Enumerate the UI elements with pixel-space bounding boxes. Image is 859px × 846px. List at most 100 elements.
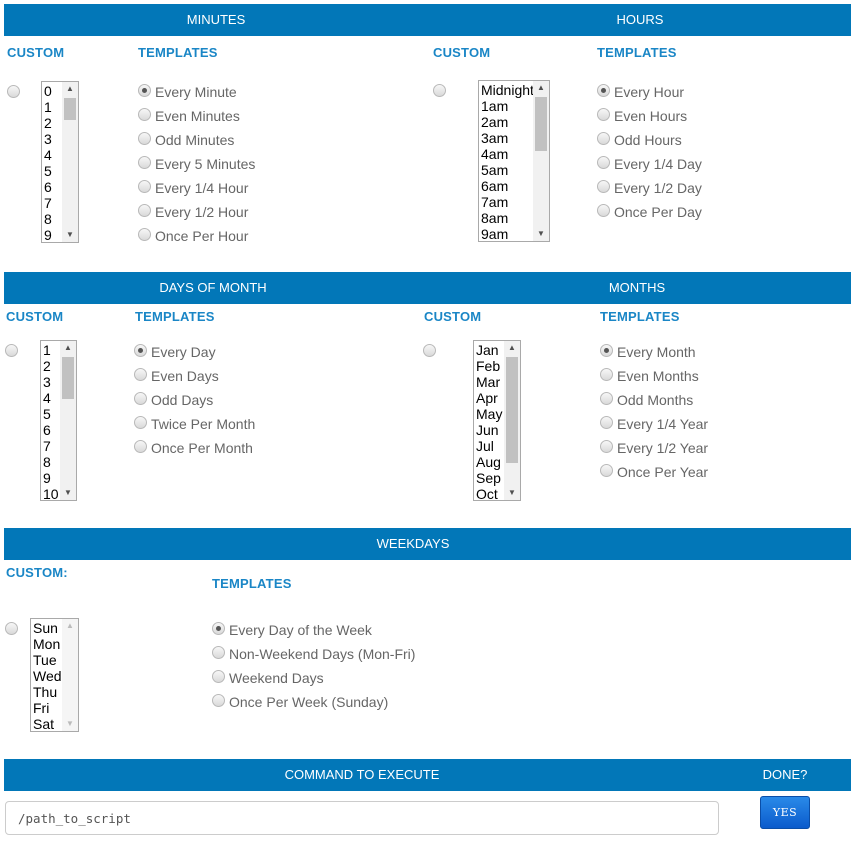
list-item[interactable]: Tue <box>33 652 62 668</box>
template-radio[interactable] <box>138 84 151 97</box>
list-item[interactable]: 3am <box>481 130 534 146</box>
list-item[interactable]: Wed <box>33 668 62 684</box>
template-option[interactable]: Every 1/4 Year <box>600 412 708 436</box>
template-radio[interactable] <box>212 622 225 635</box>
list-item[interactable]: Feb <box>476 358 502 374</box>
minutes-listbox-scrollbar[interactable]: ▲ ▼ <box>62 82 78 242</box>
template-option[interactable]: Every Hour <box>597 80 702 104</box>
list-item[interactable]: 8 <box>44 211 52 227</box>
scroll-down-arrow-icon[interactable]: ▼ <box>504 486 520 500</box>
scroll-up-arrow-icon[interactable]: ▲ <box>60 341 76 355</box>
hours-listbox[interactable]: Midnight 1am 2am 3am 4am 5am 6am 7am 8am 9am ▲ ▼ <box>478 80 550 242</box>
hours-custom-radio[interactable] <box>433 84 446 97</box>
list-item[interactable]: Sep <box>476 470 502 486</box>
minutes-listbox[interactable]: 0123456789 ▲ ▼ <box>41 81 79 243</box>
template-radio[interactable] <box>597 84 610 97</box>
days-custom-radio[interactable] <box>5 344 18 357</box>
template-radio[interactable] <box>597 180 610 193</box>
list-item[interactable]: Apr <box>476 390 502 406</box>
list-item[interactable]: Midnight <box>481 82 534 98</box>
months-listbox[interactable]: Jan Feb Mar Apr May Jun Jul Aug Sep Oct ▲ ▼ <box>473 340 521 501</box>
months-listbox-scrollbar[interactable]: ▲ ▼ <box>504 341 520 500</box>
minutes-custom-radio[interactable] <box>7 85 20 98</box>
template-radio[interactable] <box>138 156 151 169</box>
list-item[interactable]: Oct <box>476 486 502 500</box>
list-item[interactable]: 5 <box>43 406 59 422</box>
days-scroll-thumb[interactable] <box>62 357 74 399</box>
template-radio[interactable] <box>597 156 610 169</box>
template-radio[interactable] <box>597 204 610 217</box>
list-item[interactable]: 10 <box>43 486 59 500</box>
scroll-up-arrow-icon[interactable]: ▲ <box>533 81 549 95</box>
months-scroll-thumb[interactable] <box>506 357 518 463</box>
template-radio[interactable] <box>600 344 613 357</box>
template-radio[interactable] <box>600 464 613 477</box>
list-item[interactable]: 1am <box>481 98 534 114</box>
template-radio[interactable] <box>600 416 613 429</box>
list-item[interactable]: 7 <box>44 195 52 211</box>
template-radio[interactable] <box>600 392 613 405</box>
template-option[interactable]: Once Per Year <box>600 460 708 484</box>
list-item[interactable]: 9am <box>481 226 534 241</box>
template-option[interactable]: Every 5 Minutes <box>138 152 255 176</box>
list-item[interactable]: Aug <box>476 454 502 470</box>
weekdays-listbox-scrollbar[interactable]: ▲ ▼ <box>62 619 78 731</box>
template-radio[interactable] <box>134 440 147 453</box>
template-option[interactable]: Even Minutes <box>138 104 255 128</box>
template-option[interactable]: Weekend Days <box>212 666 415 690</box>
template-option[interactable]: Odd Months <box>600 388 708 412</box>
template-radio[interactable] <box>600 368 613 381</box>
list-item[interactable]: Mar <box>476 374 502 390</box>
template-option[interactable]: Even Months <box>600 364 708 388</box>
list-item[interactable]: Jun <box>476 422 502 438</box>
list-item[interactable]: 2 <box>43 358 59 374</box>
scroll-down-arrow-icon[interactable]: ▼ <box>62 717 78 731</box>
template-radio[interactable] <box>212 694 225 707</box>
template-radio[interactable] <box>138 180 151 193</box>
template-option[interactable]: Every Minute <box>138 80 255 104</box>
template-radio[interactable] <box>597 108 610 121</box>
list-item[interactable]: 6 <box>44 179 52 195</box>
template-radio[interactable] <box>134 416 147 429</box>
template-option[interactable]: Odd Days <box>134 388 255 412</box>
template-radio[interactable] <box>134 368 147 381</box>
months-custom-radio[interactable] <box>423 344 436 357</box>
scroll-down-arrow-icon[interactable]: ▼ <box>62 228 78 242</box>
list-item[interactable]: 4 <box>43 390 59 406</box>
template-option[interactable]: Every 1/2 Hour <box>138 200 255 224</box>
template-option[interactable]: Once Per Month <box>134 436 255 460</box>
template-option[interactable]: Even Hours <box>597 104 702 128</box>
list-item[interactable]: 4am <box>481 146 534 162</box>
template-option[interactable]: Once Per Day <box>597 200 702 224</box>
list-item[interactable]: Jan <box>476 342 502 358</box>
template-radio[interactable] <box>597 132 610 145</box>
list-item[interactable]: Sun <box>33 620 62 636</box>
list-item[interactable]: 3 <box>44 131 52 147</box>
template-radio[interactable] <box>138 132 151 145</box>
template-option[interactable]: Twice Per Month <box>134 412 255 436</box>
template-radio[interactable] <box>134 344 147 357</box>
weekdays-listbox[interactable]: Sun Mon Tue Wed Thu Fri Sat ▲ ▼ <box>30 618 79 732</box>
list-item[interactable]: 0 <box>44 83 52 99</box>
template-radio[interactable] <box>600 440 613 453</box>
list-item[interactable]: 5 <box>44 163 52 179</box>
list-item[interactable]: Jul <box>476 438 502 454</box>
template-option[interactable]: Every Month <box>600 340 708 364</box>
scroll-up-arrow-icon[interactable]: ▲ <box>62 619 78 633</box>
weekdays-custom-radio[interactable] <box>5 622 18 635</box>
template-option[interactable]: Odd Minutes <box>138 128 255 152</box>
template-option[interactable]: Every 1/4 Day <box>597 152 702 176</box>
days-of-month-listbox[interactable]: 1 2 3 4 5 6 7 8 9 10 ▲ ▼ <box>40 340 77 501</box>
template-option[interactable]: Even Days <box>134 364 255 388</box>
list-item[interactable]: 2 <box>44 115 52 131</box>
command-input[interactable] <box>5 801 719 835</box>
scroll-down-arrow-icon[interactable]: ▼ <box>60 486 76 500</box>
yes-button[interactable]: YES <box>760 796 810 829</box>
list-item[interactable]: 5am <box>481 162 534 178</box>
template-option[interactable]: Odd Hours <box>597 128 702 152</box>
template-option[interactable]: Every Day of the Week <box>212 618 415 642</box>
template-option[interactable]: Once Per Week (Sunday) <box>212 690 415 714</box>
days-listbox-scrollbar[interactable]: ▲ ▼ <box>60 341 76 500</box>
template-radio[interactable] <box>138 108 151 121</box>
template-option[interactable]: Every Day <box>134 340 255 364</box>
